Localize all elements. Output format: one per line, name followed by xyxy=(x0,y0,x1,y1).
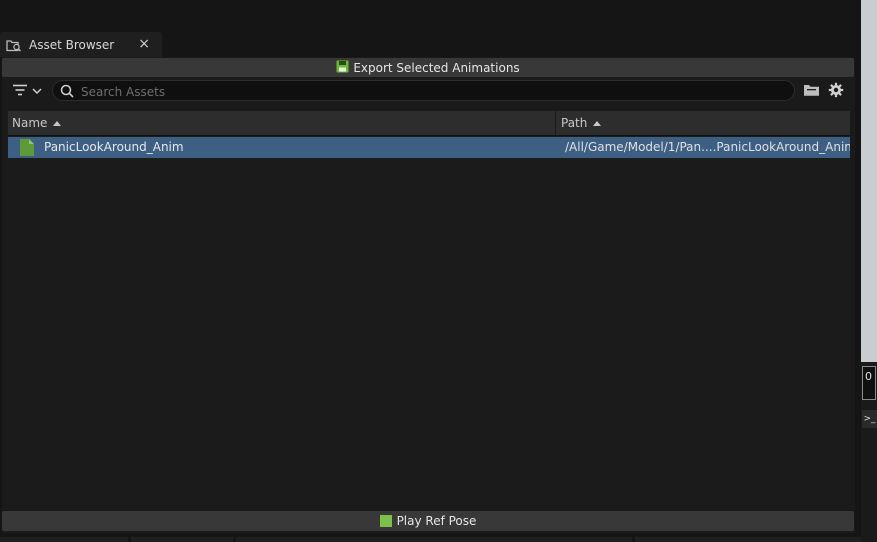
search-field[interactable] xyxy=(52,80,795,102)
filter-dropdown-button[interactable] xyxy=(12,82,46,100)
search-input[interactable] xyxy=(79,81,783,102)
asset-table: Name Path PanicLookAround_Anim /All/Game… xyxy=(8,111,850,507)
column-name-label: Name xyxy=(12,116,48,130)
top-bar xyxy=(0,0,861,31)
asset-browser-icon xyxy=(6,38,22,52)
play-ref-pose-icon xyxy=(379,515,392,527)
sort-ascending-icon xyxy=(593,120,602,126)
export-selected-animations-button[interactable]: Export Selected Animations xyxy=(2,58,854,77)
console-icon[interactable]: >_ xyxy=(862,410,877,428)
export-label: Export Selected Animations xyxy=(353,60,520,75)
folder-icon[interactable] xyxy=(803,83,820,97)
play-ref-pose-button[interactable]: Play Ref Pose xyxy=(2,511,854,531)
side-number-field[interactable]: 0 xyxy=(862,366,876,400)
asset-path-cell: /All/Game/Model/1/Pan....PanicLookAround… xyxy=(565,140,850,154)
bottom-tab-segment xyxy=(131,537,233,542)
column-header-name[interactable]: Name xyxy=(8,111,556,135)
gear-icon[interactable] xyxy=(828,82,844,98)
table-row[interactable]: PanicLookAround_Anim /All/Game/Model/1/P… xyxy=(8,137,850,158)
play-ref-pose-label: Play Ref Pose xyxy=(396,514,477,528)
viewport-edge: 0 >_ xyxy=(861,0,877,542)
bottom-bar xyxy=(0,533,861,542)
animation-sequence-icon xyxy=(20,139,34,156)
sort-ascending-icon xyxy=(53,120,62,126)
column-path-label: Path xyxy=(561,116,588,130)
filter-icon xyxy=(12,83,28,100)
tab-asset-browser[interactable]: Asset Browser × xyxy=(0,32,162,57)
table-header: Name Path xyxy=(8,111,850,136)
save-icon xyxy=(336,60,349,76)
asset-name-cell: PanicLookAround_Anim xyxy=(44,140,184,154)
column-header-path[interactable]: Path xyxy=(557,111,850,135)
tab-label: Asset Browser xyxy=(29,37,115,52)
chevron-down-icon xyxy=(32,84,42,98)
bottom-tab-segment xyxy=(635,537,861,542)
viewport-preview xyxy=(861,0,877,362)
close-icon[interactable]: × xyxy=(138,36,150,52)
bottom-tab-segment xyxy=(236,537,632,542)
bottom-tab-segment xyxy=(0,537,128,542)
search-icon xyxy=(60,84,74,98)
